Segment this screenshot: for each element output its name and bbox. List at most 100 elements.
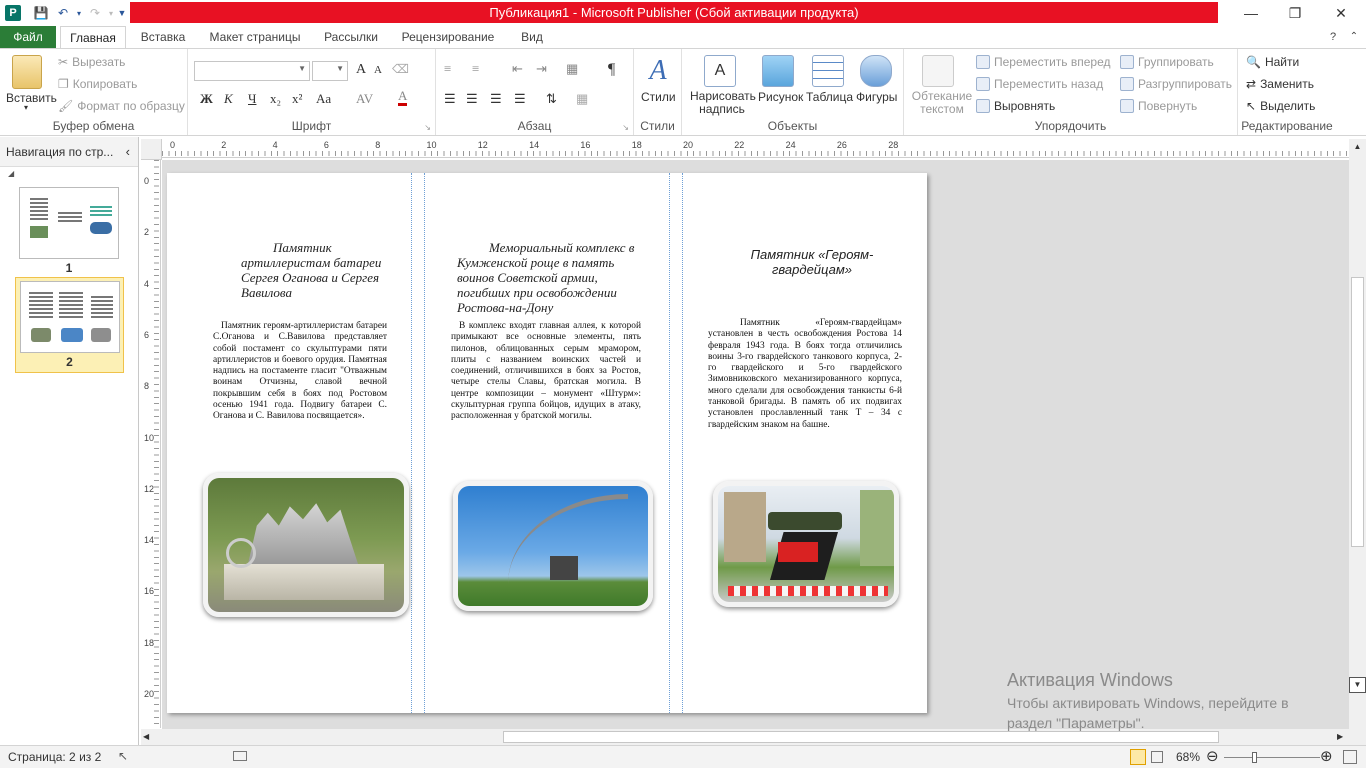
minimize-icon[interactable]: — (1228, 0, 1274, 26)
zoom-slider[interactable] (1224, 757, 1320, 758)
save-icon[interactable]: 💾 (30, 2, 52, 24)
picture-button[interactable]: Рисунок (758, 90, 803, 104)
scroll-left-icon[interactable]: ◀ (143, 729, 149, 745)
undo-dropdown-icon[interactable]: ▾ (74, 2, 84, 24)
monument-artillery-photo[interactable] (203, 473, 409, 617)
wrap-text-icon[interactable] (922, 55, 954, 87)
customize-qat-icon[interactable]: ▼ (116, 2, 128, 24)
column-2-heading-box[interactable]: Мемориальный комплекс в Кумженской роще … (457, 240, 647, 315)
wrap-text-button[interactable]: Обтекание текстом (908, 90, 976, 116)
undo-icon[interactable]: ↶ (52, 2, 74, 24)
scroll-down-icon[interactable]: ▼ (1349, 677, 1366, 693)
textbox-icon[interactable]: A (704, 55, 736, 87)
tab-home[interactable]: Главная (60, 26, 126, 48)
find-button[interactable]: 🔍 Найти (1246, 55, 1299, 69)
replace-button[interactable]: ⇄ Заменить (1246, 77, 1314, 91)
memorial-complex-photo[interactable] (453, 481, 653, 611)
ungroup-button[interactable]: Разгруппировать (1120, 77, 1232, 91)
close-icon[interactable]: ✕ (1318, 0, 1364, 26)
line-spacing-icon[interactable]: ⇅ (546, 91, 557, 107)
styles-icon[interactable]: A (642, 55, 674, 87)
zoom-in-icon[interactable]: ⊕ (1320, 747, 1333, 765)
scroll-right-icon[interactable]: ▶ (1337, 729, 1343, 745)
zoom-level[interactable]: 68% (1176, 750, 1200, 764)
column-1-heading-box[interactable]: Памятник артиллеристам батареи Сергея Ог… (241, 240, 401, 300)
align-left-icon[interactable]: ☰ (444, 91, 456, 107)
scroll-up-icon[interactable]: ▲ (1349, 139, 1366, 155)
collapse-ribbon-icon[interactable]: ⌃ (1346, 26, 1362, 48)
grow-font-icon[interactable]: A (356, 62, 366, 78)
dialog-launcher-icon[interactable]: ↘ (424, 123, 431, 132)
guards-tank-monument-photo[interactable] (713, 481, 899, 607)
paste-dropdown-icon[interactable]: ▾ (24, 103, 28, 112)
page-thumbnail-1[interactable]: 1 (14, 187, 124, 275)
help-icon[interactable]: ? (1324, 26, 1342, 48)
shading-icon[interactable]: ▦ (576, 91, 588, 107)
paste-icon[interactable] (12, 55, 42, 89)
two-page-view-icon[interactable] (1151, 751, 1163, 763)
column-3-text-box[interactable]: Памятник «Героям-гвардейцам» установлен … (708, 318, 902, 431)
zoom-out-icon[interactable]: ⊖ (1206, 747, 1219, 765)
vertical-scroll-thumb[interactable] (1351, 277, 1364, 547)
styles-button[interactable]: Стили (641, 90, 676, 104)
select-button[interactable]: ↖ Выделить (1246, 99, 1315, 113)
char-spacing-icon[interactable]: AV (356, 91, 373, 107)
change-case-button[interactable]: Aa (316, 91, 331, 107)
restore-icon[interactable]: ❐ (1272, 0, 1318, 26)
zoom-slider-thumb[interactable] (1252, 752, 1257, 763)
tab-page-design[interactable]: Макет страницы (200, 26, 310, 48)
align-center-icon[interactable]: ☰ (466, 91, 478, 107)
font-size-box[interactable]: ▼ (312, 61, 348, 81)
column-3-heading-box[interactable]: Памятник «Героям-гвардейцам» (722, 247, 902, 277)
dialog-launcher-icon[interactable]: ↘ (622, 123, 629, 132)
italic-button[interactable]: К (224, 91, 233, 107)
expand-triangle-icon[interactable]: ◢ (8, 169, 14, 178)
column-2-text-box[interactable]: В комплекс входят главная аллея, к котор… (451, 321, 641, 423)
increase-indent-icon[interactable]: ⇥ (536, 61, 547, 77)
copy-button[interactable]: ❐ Копировать (58, 77, 137, 91)
table-button[interactable]: Таблица (806, 90, 853, 104)
picture-icon[interactable] (762, 55, 794, 87)
tab-mailings[interactable]: Рассылки (316, 26, 386, 48)
vertical-scrollbar[interactable]: ▲ ▼ (1349, 139, 1366, 729)
font-name-box[interactable]: ▼ (194, 61, 310, 81)
justify-icon[interactable]: ☰ (514, 91, 526, 107)
cut-button[interactable]: ✂ Вырезать (58, 55, 125, 69)
tab-review[interactable]: Рецензирование (392, 26, 504, 48)
bold-button[interactable]: Ж (200, 91, 213, 107)
tab-view[interactable]: Вид (510, 26, 554, 48)
font-color-icon[interactable]: A (398, 89, 408, 106)
bullets-icon[interactable]: ≡ (444, 61, 451, 77)
format-painter-button[interactable]: 🖌 Формат по образцу (58, 99, 185, 113)
shrink-font-icon[interactable]: A (374, 64, 382, 76)
single-page-view-icon[interactable] (1130, 749, 1146, 765)
columns-icon[interactable]: ▦ (566, 61, 578, 77)
pilcrow-icon[interactable]: ¶ (608, 61, 615, 79)
collapse-nav-icon[interactable]: ‹ (126, 137, 130, 167)
publication-page[interactable]: Памятник артиллеристам батареи Сергея Ог… (167, 173, 927, 713)
bring-forward-button[interactable]: Переместить вперед (976, 55, 1110, 69)
tab-insert[interactable]: Вставка (132, 26, 194, 48)
decrease-indent-icon[interactable]: ⇤ (512, 61, 523, 77)
superscript-button[interactable]: x² (292, 91, 302, 107)
redo-icon[interactable]: ↷ (84, 2, 106, 24)
document-workspace[interactable]: Памятник артиллеристам батареи Сергея Ог… (162, 160, 1349, 729)
fit-page-icon[interactable] (1343, 750, 1357, 764)
shapes-button[interactable]: Фигуры (856, 90, 897, 104)
send-backward-button[interactable]: Переместить назад (976, 77, 1103, 91)
tab-file[interactable]: Файл (0, 26, 56, 48)
redo-dropdown-icon[interactable]: ▾ (106, 2, 116, 24)
numbering-icon[interactable]: ≡ (472, 61, 479, 77)
align-right-icon[interactable]: ☰ (490, 91, 502, 107)
subscript-button[interactable]: x₂ (270, 91, 281, 107)
vertical-ruler[interactable]: 0 2 4 6 8 10 12 14 16 18 20 (141, 160, 161, 728)
publisher-logo-icon[interactable]: P (2, 2, 24, 24)
table-icon[interactable] (812, 55, 844, 87)
align-button[interactable]: Выровнять (976, 99, 1055, 113)
underline-button[interactable]: Ч (248, 91, 256, 107)
rotate-button[interactable]: Повернуть (1120, 99, 1197, 113)
shapes-icon[interactable] (860, 55, 892, 87)
horizontal-ruler[interactable]: 0 2 4 6 8 10 12 14 16 18 20 22 24 26 28 (162, 139, 1350, 158)
page-indicator[interactable]: Страница: 2 из 2 (8, 750, 101, 764)
paste-button[interactable]: Вставить (6, 91, 57, 105)
